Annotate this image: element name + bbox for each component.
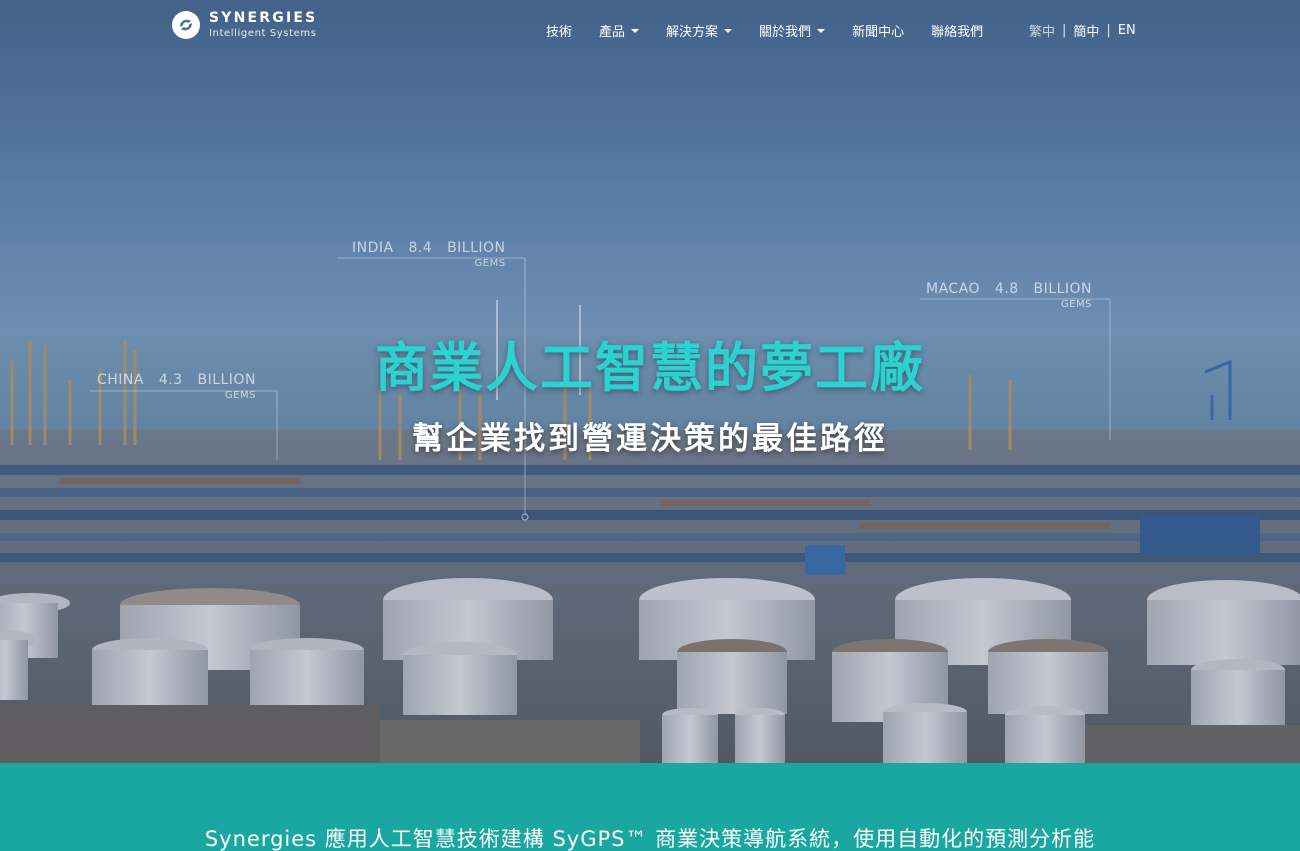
- lang-separator: |: [1106, 23, 1111, 38]
- overlay-macao: MACAO 4.8 BILLION GEMS: [926, 281, 1092, 310]
- language-switcher: 繁中 | 簡中 | EN: [1029, 21, 1136, 40]
- caret-down-icon: [724, 29, 733, 33]
- overlay-macao-main: MACAO 4.8 BILLION: [926, 281, 1092, 297]
- hero-title: 商業人工智慧的夢工廠: [375, 338, 925, 399]
- overlay-macao-unit: GEMS: [1060, 299, 1092, 310]
- lang-option-english[interactable]: EN: [1118, 23, 1136, 38]
- overlay-india: INDIA 8.4 BILLION GEMS: [352, 240, 506, 269]
- lang-option-traditional[interactable]: 繁中: [1029, 21, 1055, 40]
- lang-option-simplified[interactable]: 簡中: [1073, 21, 1099, 40]
- nav-item-about[interactable]: 關於我們: [759, 21, 826, 40]
- nav-item-label: 產品: [599, 25, 626, 40]
- intro-band-text: Synergies 應用人工智慧技術建構 SyGPS™ 商業決策導航系統，使用自…: [204, 827, 1096, 851]
- nav-item-technology[interactable]: 技術: [546, 21, 572, 40]
- synergies-logo-icon: [172, 11, 200, 39]
- nav-item-products[interactable]: 產品: [599, 21, 640, 40]
- nav-item-news[interactable]: 新聞中心: [852, 21, 904, 40]
- overlay-india-main: INDIA 8.4 BILLION: [352, 240, 506, 256]
- main-nav: 技術 產品 解決方案 關於我們 新聞中心 聯絡我們: [546, 21, 1010, 40]
- lang-separator: |: [1062, 23, 1067, 38]
- brand-logo[interactable]: SYNERGIES Intelligent Systems: [171, 10, 317, 40]
- overlay-india-unit: GEMS: [474, 258, 506, 269]
- nav-item-contact[interactable]: 聯絡我們: [931, 21, 983, 40]
- nav-item-label: 解決方案: [666, 25, 719, 40]
- caret-down-icon: [631, 29, 640, 33]
- brand-name: SYNERGIES: [209, 10, 318, 26]
- nav-item-solutions[interactable]: 解決方案: [666, 21, 733, 40]
- nav-item-label: 新聞中心: [852, 25, 905, 40]
- hero-subtitle: 幫企業找到營運決策的最佳路徑: [412, 421, 888, 457]
- brand-tagline: Intelligent Systems: [209, 28, 317, 39]
- caret-down-icon: [817, 29, 826, 33]
- site-header: SYNERGIES Intelligent Systems 技術 產品 解決方案…: [0, 0, 1300, 62]
- nav-item-label: 關於我們: [759, 25, 812, 40]
- nav-item-label: 技術: [546, 25, 573, 40]
- nav-item-label: 聯絡我們: [931, 25, 984, 40]
